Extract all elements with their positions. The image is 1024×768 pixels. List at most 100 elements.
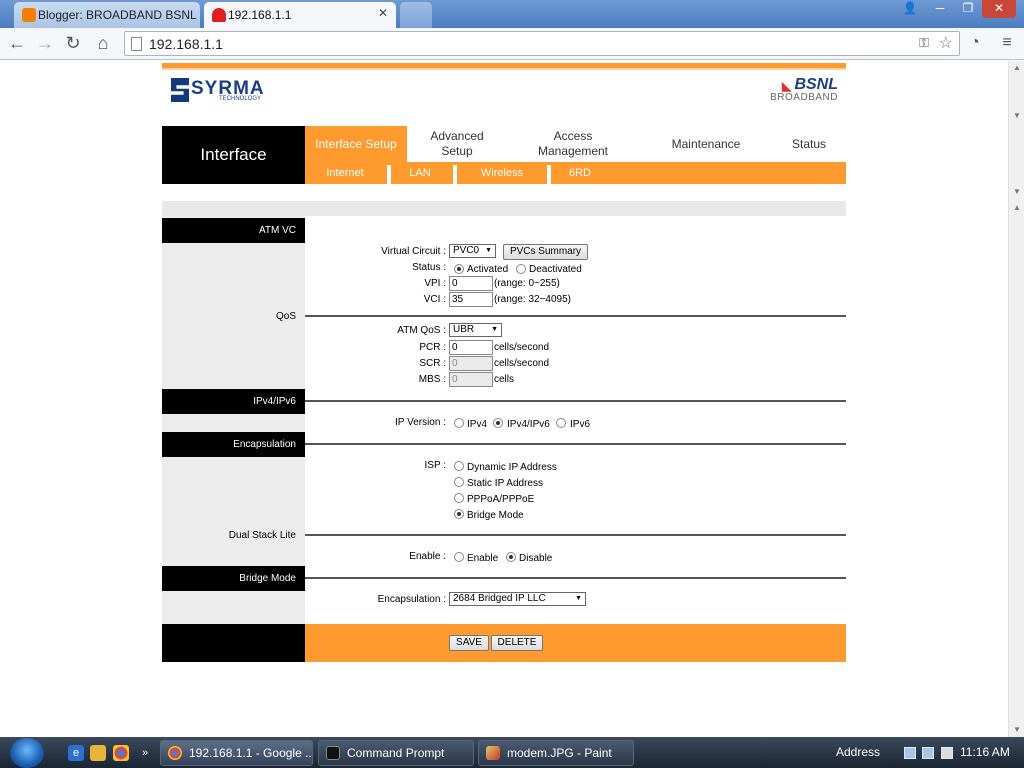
isp-bridge-radio[interactable] <box>454 509 464 519</box>
subtab-internet[interactable]: Internet <box>305 162 385 184</box>
chevron-down-icon: ▼ <box>485 247 492 254</box>
tab-maintenance[interactable]: Maintenance <box>655 126 757 162</box>
syrma-logo: SYRMA TECHNOLOGY <box>171 78 264 104</box>
volume-icon[interactable] <box>941 747 953 759</box>
task-command-prompt[interactable]: Command Prompt <box>318 740 474 766</box>
chrome-icon[interactable] <box>113 745 129 761</box>
save-button[interactable]: SAVE <box>449 635 489 651</box>
reload-icon[interactable]: ↻ <box>62 32 84 54</box>
browser-tab-blogger[interactable]: Blogger: BROADBAND BSNL <box>14 2 200 28</box>
bookmark-star-icon[interactable]: ☆ <box>939 33 953 53</box>
task-paint[interactable]: modem.JPG - Paint <box>478 740 634 766</box>
ipv6-radio[interactable] <box>556 418 566 428</box>
virtual-circuit-label: Virtual Circuit : <box>381 246 446 257</box>
divider <box>305 443 846 445</box>
chrome-icon <box>168 746 182 760</box>
huawei-icon <box>212 8 226 22</box>
vpi-input[interactable]: 0 <box>449 276 493 291</box>
ip-version-label: IP Version : <box>395 417 446 428</box>
close-tab-icon[interactable]: ✕ <box>378 6 388 20</box>
ipv4-label: IPv4 <box>467 419 488 430</box>
ie-icon[interactable]: e <box>68 745 84 761</box>
home-icon[interactable]: ⌂ <box>92 32 114 54</box>
vci-input[interactable]: 35 <box>449 292 493 307</box>
vpi-range-hint: (range: 0~255) <box>494 278 560 289</box>
tab-status[interactable]: Status <box>775 126 843 162</box>
folder-icon[interactable] <box>90 745 106 761</box>
browser-tab-router[interactable]: 192.168.1.1 ✕ <box>204 2 396 28</box>
vci-range-hint: (range: 32~4095) <box>494 294 572 305</box>
isp-static-radio[interactable] <box>454 477 464 487</box>
dslite-disable-radio[interactable] <box>506 552 516 562</box>
clock[interactable]: 11:16 AM <box>960 745 1010 759</box>
task-chrome[interactable]: 192.168.1.1 - Google ... <box>160 740 313 766</box>
pcr-input[interactable]: 0 <box>449 340 493 355</box>
tab-access-management[interactable]: Access Management <box>525 126 621 162</box>
address-toolbar-label[interactable]: Address <box>836 745 880 759</box>
scr-unit: cells/second <box>494 358 550 369</box>
divider <box>305 315 846 317</box>
speedometer-icon[interactable]: ◔ <box>964 32 986 54</box>
more-icon[interactable]: » <box>137 745 153 761</box>
minimize-icon[interactable]: ─ <box>926 0 954 18</box>
address-bar[interactable]: 192.168.1.1 ⚿ ☆ <box>124 31 960 56</box>
back-icon[interactable]: ← <box>6 32 28 54</box>
encapsulation-select[interactable]: 2684 Bridged IP LLC ▼ <box>449 592 586 606</box>
tab-advanced-setup[interactable]: Advanced Setup <box>417 126 497 162</box>
isp-bridge-label: Bridge Mode <box>467 510 524 521</box>
ipv4-ipv6-label: IPv4/IPv6 <box>507 419 550 430</box>
key-icon[interactable]: ⚿ <box>919 35 929 51</box>
section-ipv4-ipv6: IPv4/IPv6 <box>162 389 305 414</box>
delete-button[interactable]: DELETE <box>491 635 543 651</box>
isp-dynamic-radio[interactable] <box>454 461 464 471</box>
mbs-unit: cells <box>494 374 515 385</box>
menu-icon[interactable]: ≡ <box>996 32 1018 54</box>
start-button[interactable] <box>10 738 44 768</box>
isp-dynamic-label: Dynamic IP Address <box>467 462 557 473</box>
close-window-icon[interactable]: ✕ <box>982 0 1016 18</box>
windows-taskbar: e » 192.168.1.1 - Google ... Command Pro… <box>0 737 1024 768</box>
footer-bar: SAVE DELETE <box>305 624 846 662</box>
ipv6-label: IPv6 <box>570 419 591 430</box>
tab-interface-setup[interactable]: Interface Setup <box>305 126 407 162</box>
url-text: 192.168.1.1 <box>149 36 223 52</box>
scroll-down-icon: ▼ <box>1013 111 1021 120</box>
router-page: SYRMA TECHNOLOGY ◣ BSNL BROADBAND Interf… <box>0 61 1008 737</box>
subtab-wireless[interactable]: Wireless <box>457 162 547 184</box>
vertical-scrollbar[interactable]: ▲ ▼ ▼ ▲ ▼ <box>1008 61 1024 737</box>
divider <box>305 577 846 579</box>
grey-strip <box>162 201 846 216</box>
isp-pppoe-radio[interactable] <box>454 493 464 503</box>
network-icon[interactable] <box>922 747 934 759</box>
status-label: Status : <box>412 262 446 273</box>
subtab-lan[interactable]: LAN <box>391 162 449 184</box>
new-tab-button[interactable] <box>400 2 432 28</box>
isp-static-label: Static IP Address <box>467 478 543 489</box>
status-activated-radio[interactable] <box>454 264 464 274</box>
scroll-down-icon: ▼ <box>1013 187 1021 196</box>
dslite-enable-radio[interactable] <box>454 552 464 562</box>
user-icon[interactable]: 👤 <box>896 0 924 18</box>
pvcs-summary-button[interactable]: PVCs Summary <box>503 244 588 260</box>
isp-pppoe-label: PPPoA/PPPoE <box>467 494 535 505</box>
virtual-circuit-select[interactable]: PVC0 ▼ <box>449 244 496 258</box>
status-deactivated-radio[interactable] <box>516 264 526 274</box>
section-qos: QoS <box>275 311 296 322</box>
subtab-6rd[interactable]: 6RD <box>551 162 609 184</box>
scr-input[interactable]: 0 <box>449 356 493 371</box>
cmd-icon <box>326 746 340 760</box>
scr-label: SCR : <box>419 358 446 369</box>
ipv4-radio[interactable] <box>454 418 464 428</box>
encapsulation-label: Encapsulation : <box>377 594 446 605</box>
pcr-unit: cells/second <box>494 342 550 353</box>
footer-left <box>162 624 305 662</box>
divider <box>305 400 846 402</box>
restore-icon[interactable]: ❐ <box>954 0 982 18</box>
forward-icon[interactable]: → <box>34 32 56 54</box>
mbs-input[interactable]: 0 <box>449 372 493 387</box>
mbs-label: MBS : <box>418 374 446 385</box>
atm-qos-select[interactable]: UBR ▼ <box>449 323 502 337</box>
section-dual-stack-lite: Dual Stack Lite <box>228 530 296 541</box>
network-icon[interactable] <box>904 747 916 759</box>
ipv4-ipv6-radio[interactable] <box>493 418 503 428</box>
